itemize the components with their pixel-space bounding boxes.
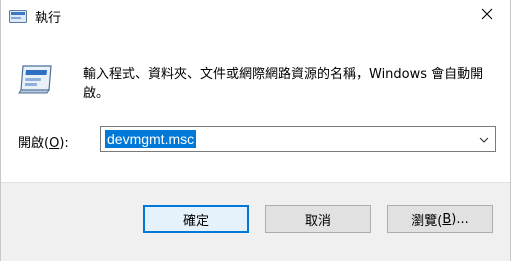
dialog-content: 輸入程式、資料夾、文件或網際網路資源的名稱，Windows 會自動開啟。 開啟(… bbox=[1, 32, 510, 182]
description-text: 輸入程式、資料夾、文件或網際網路資源的名稱，Windows 會自動開啟。 bbox=[83, 67, 484, 101]
dropdown-button[interactable] bbox=[473, 127, 495, 151]
browse-accelerator: B bbox=[442, 211, 452, 227]
chevron-down-icon bbox=[479, 132, 489, 147]
browse-label: 瀏覽( bbox=[411, 213, 443, 229]
open-label: 開啟(O): bbox=[18, 132, 69, 151]
open-input[interactable]: devmgmt.msc bbox=[105, 130, 197, 148]
cancel-button[interactable]: 取消 bbox=[265, 205, 371, 233]
button-bar: 確定 取消 瀏覽(B)... bbox=[1, 182, 510, 261]
run-icon bbox=[9, 8, 27, 24]
run-app-icon bbox=[17, 62, 55, 96]
ok-button[interactable]: 確定 bbox=[143, 205, 249, 233]
title-bar[interactable]: 執行 bbox=[1, 0, 510, 32]
browse-suffix: )... bbox=[451, 211, 469, 227]
window-title: 執行 bbox=[35, 11, 62, 26]
open-accelerator: O bbox=[49, 136, 60, 151]
run-dialog: 執行 輸入程式、資料夾、文件或網際網路資源的名稱，Windows 會自動開啟。 … bbox=[0, 0, 511, 261]
close-button[interactable] bbox=[464, 0, 510, 32]
close-icon bbox=[481, 8, 493, 24]
open-combobox[interactable]: devmgmt.msc bbox=[100, 126, 496, 152]
open-label-text: 開啟( bbox=[18, 136, 50, 151]
browse-button[interactable]: 瀏覽(B)... bbox=[387, 205, 493, 233]
open-label-suffix: ): bbox=[59, 136, 69, 151]
